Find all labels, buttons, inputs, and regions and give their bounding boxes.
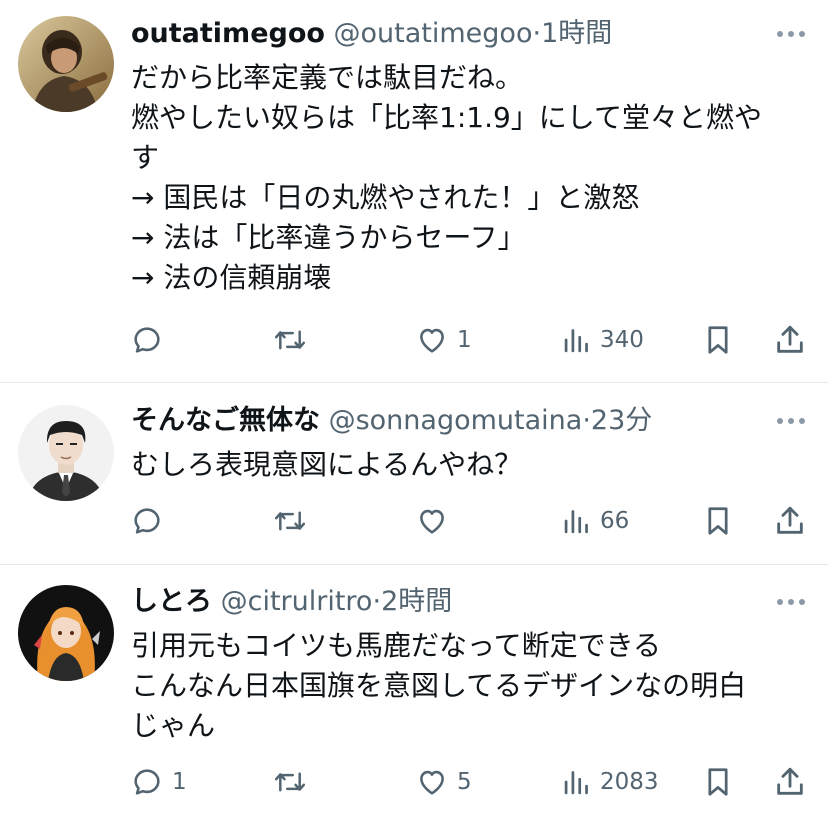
bookmark-button[interactable]: [703, 501, 733, 541]
tweet-header: outatimegoo @outatimegoo·1時間: [131, 16, 758, 52]
reply-button[interactable]: [130, 320, 172, 360]
share-button[interactable]: [773, 501, 807, 541]
avatar-citrulritro[interactable]: [18, 585, 114, 681]
tweet-line: → 法は「比率違うからセーフ」: [131, 221, 526, 254]
display-name[interactable]: しとろ: [131, 586, 212, 617]
tweet-2[interactable]: そんなご無体な @sonnagomutaina·23分 むしろ表現意図によるんや…: [0, 383, 828, 564]
view-count: 2083: [600, 769, 659, 795]
retweet-icon: [274, 330, 306, 350]
more-options-icon[interactable]: [776, 417, 806, 425]
tweet-3[interactable]: しとろ @citrulritro·2時間 引用元もコイツも馬鹿だなって断定できる…: [0, 565, 828, 822]
avatar-outatimegoo[interactable]: [18, 16, 114, 112]
views-icon: [564, 510, 588, 534]
reply-icon: [134, 769, 160, 795]
more-options-icon[interactable]: [776, 598, 806, 606]
display-name[interactable]: outatimegoo: [131, 18, 325, 49]
reply-button[interactable]: [130, 501, 172, 541]
more-options-icon[interactable]: [776, 30, 806, 38]
reply-button[interactable]: 1: [130, 762, 187, 802]
retweet-button[interactable]: [272, 762, 316, 802]
views-button[interactable]: 66: [562, 501, 629, 541]
like-button[interactable]: [415, 501, 457, 541]
bookmark-icon: [708, 326, 728, 354]
views-button[interactable]: 2083: [562, 762, 659, 802]
illustrated-man-avatar-icon: [18, 405, 114, 501]
views-button[interactable]: 340: [562, 320, 644, 360]
separator-dot: ·: [582, 405, 591, 436]
tweet-line: → 国民は「日の丸燃やされた！」と激怒: [131, 181, 640, 214]
like-button[interactable]: 5: [415, 762, 472, 802]
reply-count: 1: [172, 769, 187, 795]
reply-icon: [134, 327, 160, 353]
anime-girl-avatar-icon: [18, 585, 114, 681]
action-bar: 66: [0, 501, 828, 541]
action-bar: 1 5 2083: [0, 762, 828, 802]
tweet-line: す: [131, 141, 160, 174]
share-button[interactable]: [773, 320, 807, 360]
separator-dot: ·: [372, 586, 382, 617]
tweet-text: だから比率定義では駄目だね。 燃やしたい奴らは「比率1:1.9」にして堂々と燃や…: [131, 58, 806, 298]
retweet-button[interactable]: [272, 501, 316, 541]
share-icon: [777, 506, 803, 534]
tweet-line: じゃん: [131, 709, 216, 742]
avatar-sonnagomutaina[interactable]: [18, 405, 114, 501]
tweet-line: 燃やしたい奴らは「比率1:1.9」にして堂々と燃や: [131, 101, 762, 134]
tweet-line: だから比率定義では駄目だね。: [131, 61, 524, 94]
reply-icon: [134, 508, 160, 534]
tweet-line: 引用元もコイツも馬鹿だなって断定できる: [131, 629, 662, 662]
tweet-header: しとろ @citrulritro·2時間: [131, 584, 758, 620]
user-handle[interactable]: @citrulritro: [221, 586, 373, 617]
tweet-line: → 法の信頼崩壊: [131, 261, 332, 294]
tweet-text: むしろ表現意図によるんやね？: [131, 445, 806, 485]
timestamp[interactable]: 2時間: [381, 586, 452, 617]
share-button[interactable]: [773, 762, 807, 802]
bookmark-icon: [708, 768, 728, 796]
like-count: 1: [457, 327, 472, 353]
tweet-text: 引用元もコイツも馬鹿だなって断定できる こんなん日本国旗を意図してるデザインなの…: [131, 626, 806, 746]
like-icon: [420, 509, 444, 534]
tweet-header: そんなご無体な @sonnagomutaina·23分: [131, 403, 758, 439]
views-icon: [564, 771, 588, 795]
share-icon: [777, 767, 803, 795]
timestamp[interactable]: 1時間: [541, 18, 612, 49]
timestamp[interactable]: 23分: [591, 405, 652, 436]
tweet-line: むしろ表現意図によるんやね？: [131, 448, 523, 481]
view-count: 340: [600, 327, 644, 353]
retweet-icon: [274, 511, 306, 531]
tweet-line: こんなん日本国旗を意図してるデザインなの明白: [131, 669, 747, 702]
user-handle[interactable]: @outatimegoo: [334, 18, 533, 49]
reply-feed: outatimegoo @outatimegoo·1時間 だから比率定義では駄目…: [0, 0, 828, 822]
tweet-1[interactable]: outatimegoo @outatimegoo·1時間 だから比率定義では駄目…: [0, 0, 828, 382]
bookmark-icon: [708, 507, 728, 535]
like-icon: [420, 770, 444, 795]
like-button[interactable]: 1: [415, 320, 472, 360]
like-count: 5: [457, 769, 472, 795]
view-count: 66: [600, 508, 630, 534]
retweet-icon: [274, 772, 306, 792]
bookmark-button[interactable]: [703, 320, 733, 360]
retweet-button[interactable]: [272, 320, 316, 360]
action-bar: 1 340: [0, 320, 828, 360]
bookmark-button[interactable]: [703, 762, 733, 802]
like-icon: [420, 328, 444, 353]
user-handle[interactable]: @sonnagomutaina: [329, 405, 583, 436]
separator-dot: ·: [532, 18, 542, 49]
views-icon: [564, 329, 588, 353]
photo-avatar-person-icon: [18, 16, 114, 112]
display-name[interactable]: そんなご無体な: [131, 405, 320, 436]
share-icon: [777, 325, 803, 353]
